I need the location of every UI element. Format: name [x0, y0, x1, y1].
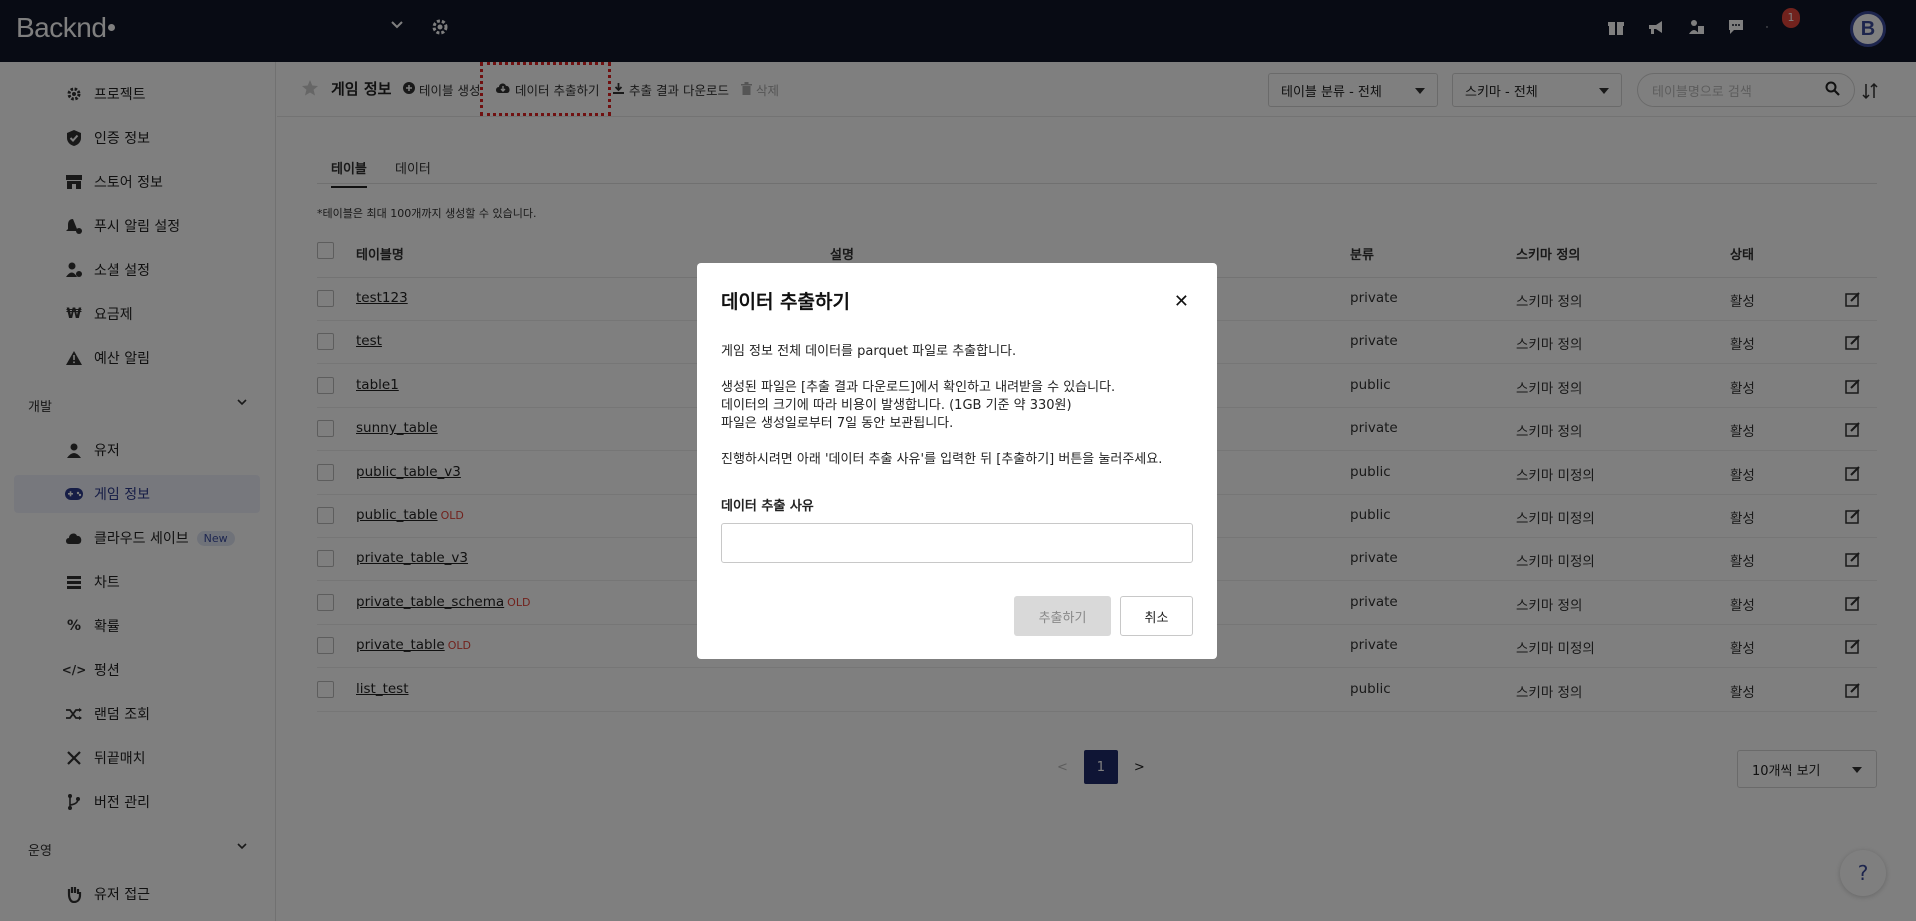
reason-label: 데이터 추출 사유 — [721, 499, 814, 514]
modal-title: 데이터 추출하기 — [721, 291, 850, 313]
extract-data-modal: 데이터 추출하기 ✕ 게임 정보 전체 데이터를 parquet 파일로 추출합… — [697, 263, 1217, 659]
cancel-button[interactable]: 취소 — [1120, 596, 1193, 636]
modal-body: 게임 정보 전체 데이터를 parquet 파일로 추출합니다. 생성된 파일은… — [721, 343, 1193, 469]
modal-text-line: 진행하시려면 아래 '데이터 추출 사유'를 입력한 뒤 [추출하기] 버튼을 … — [721, 452, 1163, 467]
close-icon[interactable]: ✕ — [1174, 291, 1189, 312]
modal-text-line: 데이터의 크기에 따라 비용이 발생합니다. (1GB 기준 약 330원) — [721, 398, 1072, 413]
modal-text-line: 파일은 생성일로부터 7일 동안 보관됩니다. — [721, 416, 954, 431]
modal-text-line: 게임 정보 전체 데이터를 parquet 파일로 추출합니다. — [721, 344, 1017, 359]
extract-button[interactable]: 추출하기 — [1014, 596, 1111, 636]
reason-input[interactable] — [721, 523, 1193, 563]
modal-text-line: 생성된 파일은 [추출 결과 다운로드]에서 확인하고 내려받을 수 있습니다. — [721, 380, 1116, 395]
